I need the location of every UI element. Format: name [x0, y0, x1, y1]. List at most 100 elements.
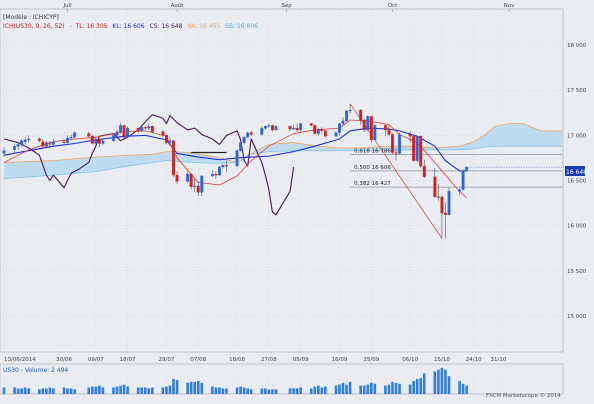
volume-bar — [122, 384, 126, 394]
bear-candle — [150, 126, 154, 132]
x-tick-label: 18/07 — [120, 357, 136, 363]
volume-bar — [218, 387, 221, 394]
volume-bar — [437, 369, 440, 394]
bear-candle — [383, 125, 387, 131]
bull-candle — [16, 144, 20, 147]
volume-bar — [384, 385, 387, 394]
volume-bar — [338, 384, 341, 394]
volume-bar — [225, 388, 228, 394]
volume-bar — [143, 387, 147, 394]
bear-candle — [320, 128, 324, 132]
volume-bar — [465, 385, 468, 394]
volume-bar — [264, 388, 267, 394]
bull-candle — [217, 166, 221, 176]
bear-candle — [196, 185, 200, 193]
volume-bar — [359, 385, 362, 394]
volume-bar — [69, 388, 73, 394]
month-label: Juil — [62, 3, 72, 9]
volume-bar — [412, 380, 415, 394]
volume-bar — [292, 388, 295, 394]
volume-bar — [98, 385, 101, 394]
volume-bar — [461, 383, 465, 394]
legend-sa: SA: 16 455 — [187, 23, 220, 30]
y-tick-label: 15 500 — [567, 269, 587, 275]
x-tick-label: 05/09 — [293, 357, 309, 363]
volume-bar — [447, 376, 451, 394]
bull-candle — [112, 135, 115, 141]
volume-bar — [309, 388, 313, 394]
volume-bar — [419, 378, 423, 394]
bear-candle — [387, 129, 391, 135]
bear-candle — [62, 141, 66, 143]
x-tick-label: 27/08 — [261, 357, 277, 363]
volume-bar — [90, 386, 94, 394]
bull-candle — [140, 127, 144, 132]
volume-bar — [2, 387, 6, 394]
volume-bar — [366, 384, 370, 394]
fib-level-label: 0,618 16 786 — [354, 149, 391, 155]
bull-candle — [316, 128, 320, 134]
bear-candle — [419, 136, 423, 167]
chart-canvas: 0,618 16 786 0,500 16 606 0,382 16 427 13/… — [0, 0, 594, 400]
bull-candle — [398, 134, 401, 154]
x-tick-label: 15/10 — [434, 357, 450, 363]
x-tick-label: 25/09 — [363, 357, 379, 363]
bear-candle — [161, 131, 165, 136]
volume-bar — [48, 387, 52, 394]
y-tick-label: 18 000 — [567, 43, 587, 49]
volume-bar — [288, 388, 292, 394]
bear-candle — [165, 135, 168, 143]
volume-bar — [112, 387, 115, 394]
volume-bar — [334, 385, 338, 394]
bull-candle — [73, 132, 77, 138]
legend-sb: SB: 16 606 — [225, 23, 258, 30]
model-label: [Modèle : ICHICYP] — [3, 14, 59, 21]
volume-bar — [115, 386, 119, 394]
bear-candle — [225, 165, 228, 167]
bear-candle — [175, 174, 179, 182]
volume-bar — [151, 387, 154, 394]
volume-bar — [320, 387, 324, 394]
bull-candle — [366, 116, 370, 131]
bull-candle — [23, 139, 27, 142]
volume-bar — [348, 381, 352, 394]
bull-candle — [345, 110, 349, 122]
bull-candle — [210, 174, 214, 177]
bull-candle — [115, 131, 119, 136]
bull-candle — [101, 140, 105, 144]
bear-candle — [362, 119, 366, 131]
volume-bar — [140, 387, 144, 394]
volume-bar — [391, 381, 394, 394]
bull-candle — [373, 125, 377, 141]
bear-candle — [444, 212, 447, 215]
bear-candle — [172, 140, 175, 176]
bear-candle — [309, 123, 313, 126]
bear-candle — [323, 130, 327, 137]
x-tick-label: 24/10 — [466, 357, 482, 363]
volume-bar — [458, 380, 461, 394]
volume-bar — [41, 388, 45, 394]
volume-bar — [23, 387, 27, 394]
volume-bar — [242, 387, 246, 394]
bear-candle — [313, 125, 317, 134]
bull-candle — [147, 126, 151, 129]
bull-candle — [338, 123, 341, 133]
volume-bar — [313, 386, 317, 394]
chart-window: 0,618 16 786 0,500 16 606 0,382 16 427 13/… — [0, 0, 594, 400]
bull-candle — [168, 140, 172, 143]
volume-bar — [444, 369, 447, 394]
volume-bar — [422, 373, 426, 394]
month-label: Sep — [281, 3, 292, 9]
y-tick-label: 15 000 — [567, 314, 587, 320]
volume-bar — [126, 386, 129, 394]
volume-bar — [239, 386, 242, 394]
bull-candle — [66, 137, 70, 143]
bull-candle — [436, 196, 440, 198]
bear-candle — [189, 174, 193, 187]
volume-bar — [27, 388, 31, 394]
bear-candle — [369, 116, 373, 141]
x-tick-label: 18/08 — [229, 357, 245, 363]
bear-candle — [412, 136, 416, 161]
bull-candle — [242, 137, 246, 143]
bull-candle — [51, 141, 55, 145]
